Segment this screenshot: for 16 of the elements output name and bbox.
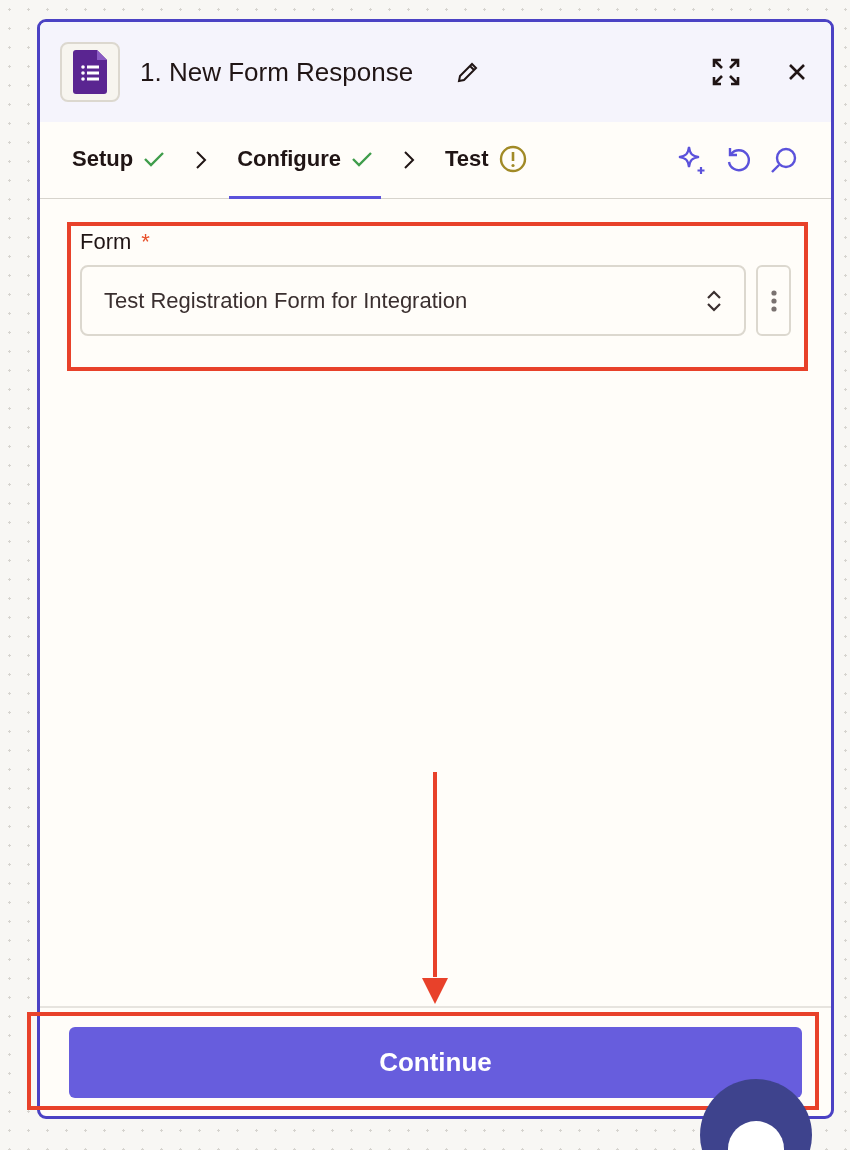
field-label: Form xyxy=(80,229,132,255)
check-icon xyxy=(351,150,373,168)
chevron-right-icon xyxy=(195,150,208,170)
step-tab[interactable]: Configure xyxy=(229,122,381,199)
step-tab[interactable]: Test xyxy=(437,122,535,199)
updown-icon xyxy=(706,288,722,313)
chevron-right-icon xyxy=(403,150,415,170)
form-app-icon xyxy=(60,42,120,102)
warning-icon xyxy=(498,145,527,173)
step-tab[interactable]: Setup xyxy=(64,122,174,199)
required-mark: * xyxy=(141,229,150,255)
form-select[interactable]: Test Registration Form for Integration xyxy=(80,265,746,336)
panel-title: 1. New Form Response xyxy=(140,56,414,88)
check-icon xyxy=(143,150,166,168)
continue-button[interactable]: Continue xyxy=(69,1027,802,1098)
kebab-icon xyxy=(770,289,777,312)
